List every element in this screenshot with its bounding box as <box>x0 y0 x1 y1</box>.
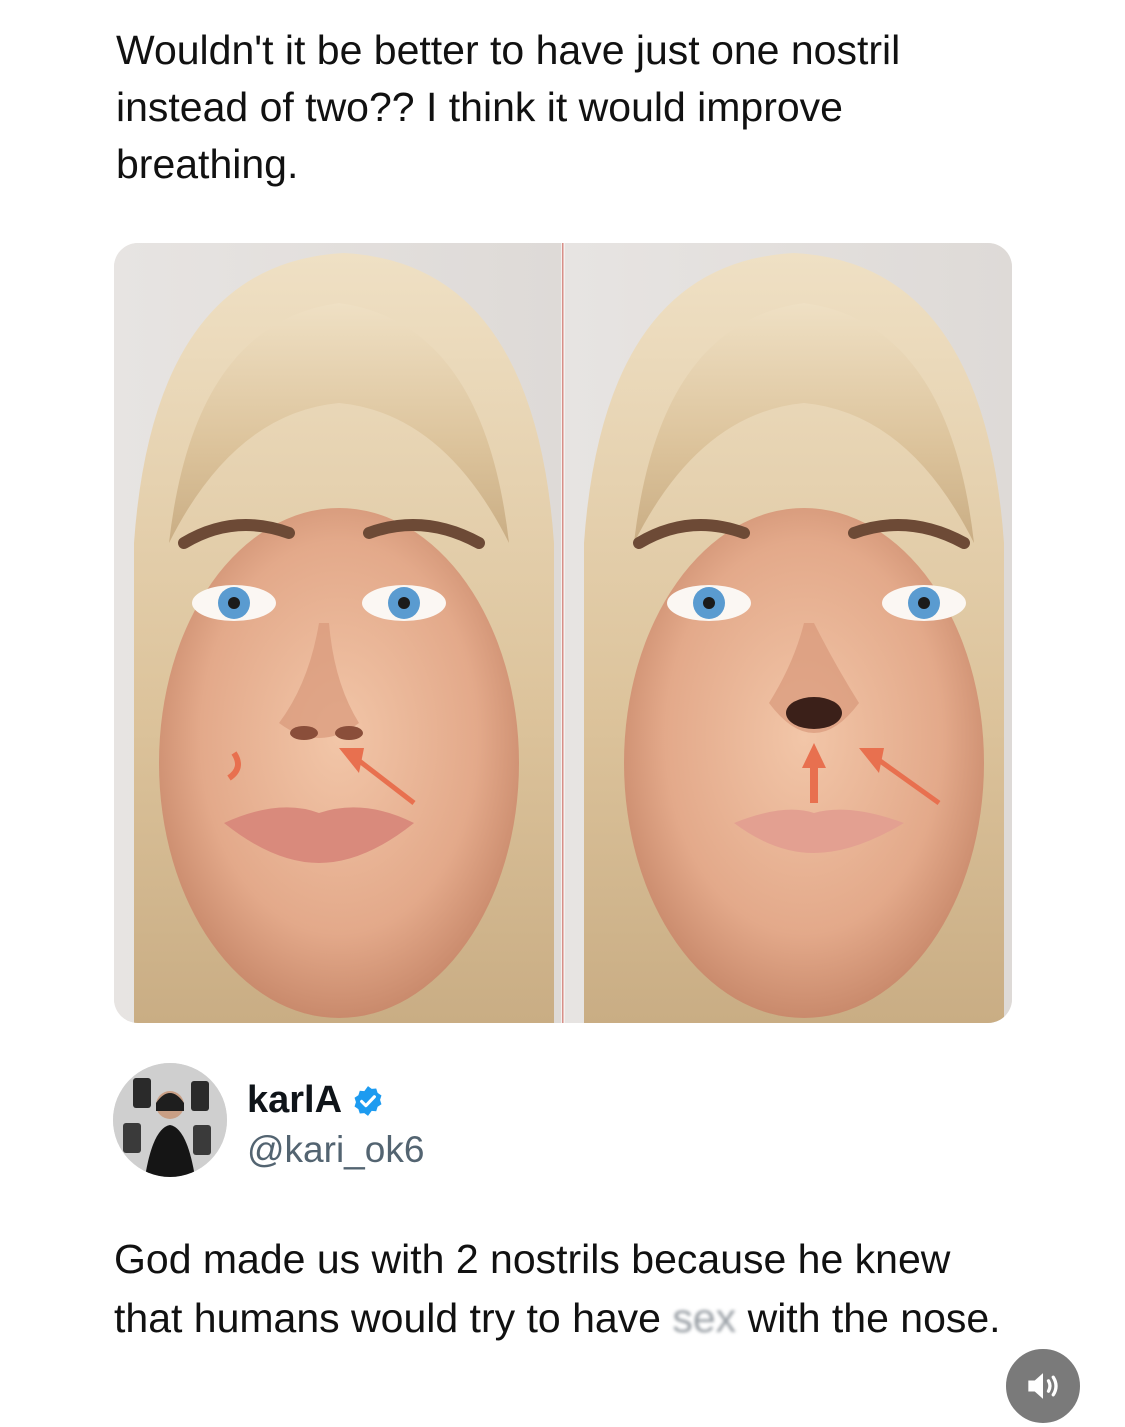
post-image[interactable] <box>114 243 1012 1023</box>
quoted-post-text: Wouldn't it be better to have just one n… <box>116 27 901 187</box>
verified-badge-icon <box>354 1085 382 1116</box>
reply-text-censored: sex <box>672 1295 737 1341</box>
speaker-icon <box>1028 1373 1058 1399</box>
sound-toggle-button[interactable] <box>1003 1346 1083 1426</box>
user-handle[interactable]: @kari_ok6 <box>247 1129 424 1171</box>
avatar-photo-icon <box>113 1063 227 1177</box>
display-name[interactable]: karlA <box>247 1079 342 1122</box>
reply-text: God made us with 2 nostrils because he k… <box>114 1230 1014 1348</box>
comparison-image <box>114 243 1012 1023</box>
after-face <box>565 243 1012 1023</box>
reply-text-after: with the nose. <box>736 1295 1001 1341</box>
before-face <box>114 243 561 1023</box>
name-row: karlA <box>247 1079 385 1122</box>
avatar[interactable] <box>113 1063 227 1177</box>
